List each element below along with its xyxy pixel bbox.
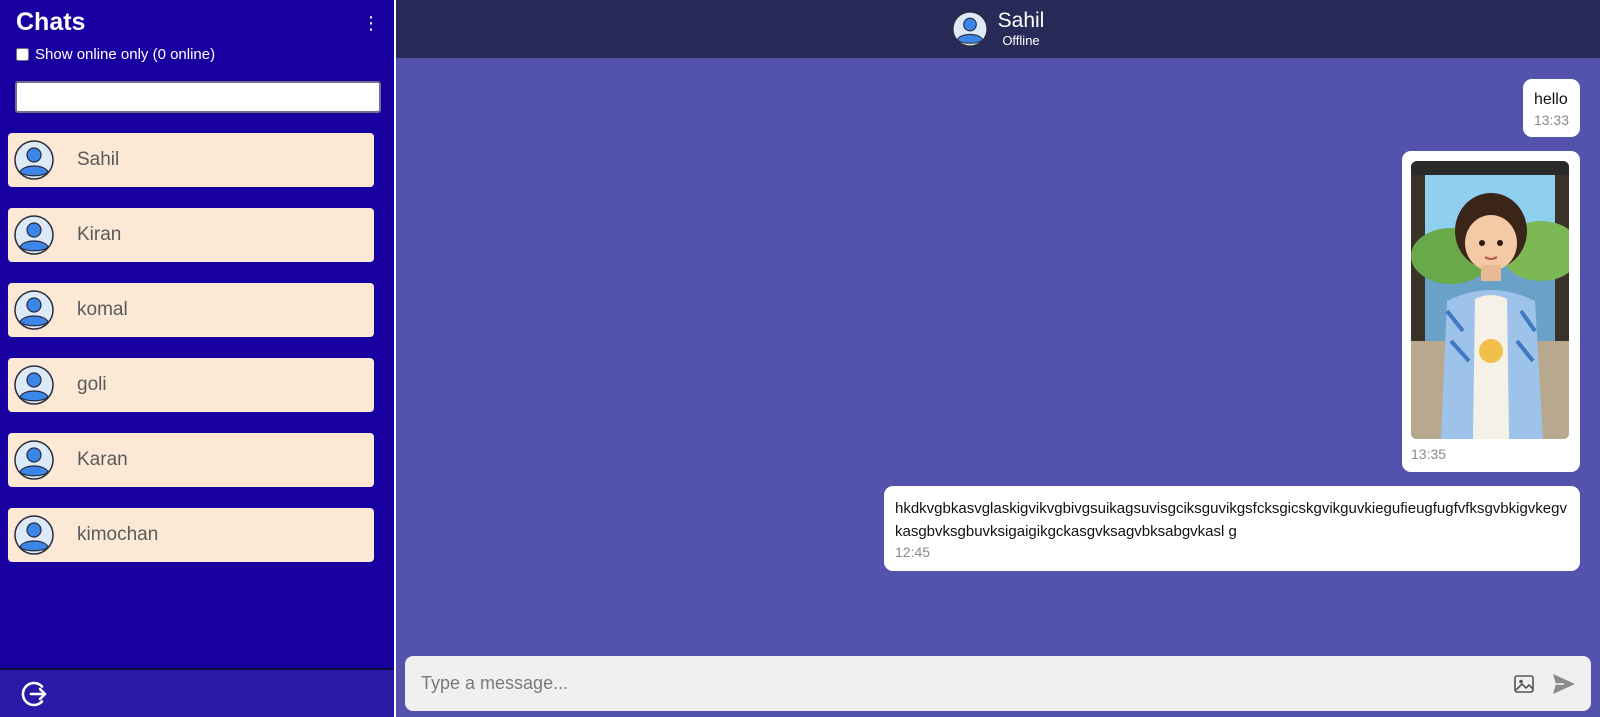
contact-item-kiran[interactable]: Kiran xyxy=(8,208,374,262)
chat-contact-name: Sahil xyxy=(997,9,1045,32)
message-time: 13:35 xyxy=(1411,446,1447,462)
contact-name: goli xyxy=(77,374,107,395)
contact-list: Sahil Kiran komal goli Karan kimochan xyxy=(0,133,394,562)
contact-item-komal[interactable]: komal xyxy=(8,283,374,337)
avatar-icon xyxy=(14,365,54,405)
avatar-icon xyxy=(951,11,988,47)
contact-item-sahil[interactable]: Sahil xyxy=(8,133,374,187)
avatar-icon xyxy=(14,515,54,555)
avatar-icon xyxy=(14,440,54,480)
contact-name: komal xyxy=(77,299,128,320)
message-photo[interactable] xyxy=(1411,161,1569,439)
online-filter[interactable]: Show online only (0 online) xyxy=(0,37,394,63)
message-time: 13:33 xyxy=(1533,112,1569,128)
sidebar-footer xyxy=(0,668,394,717)
image-icon[interactable] xyxy=(1513,673,1535,695)
sidebar-header: Chats ⋮ xyxy=(0,0,394,37)
chat-header: Sahil Offline xyxy=(396,0,1600,58)
contact-item-goli[interactable]: goli xyxy=(8,358,374,412)
message-input[interactable] xyxy=(405,672,1513,695)
message-list: hello 13:33 13:35 hkdkvgbkasvglaskigvikv… xyxy=(396,58,1600,637)
contact-name: Karan xyxy=(77,449,128,470)
contact-item-karan[interactable]: Karan xyxy=(8,433,374,487)
online-only-checkbox[interactable] xyxy=(16,48,29,61)
avatar-icon xyxy=(14,140,54,180)
chat-panel: Sahil Offline hello 13:33 13:35 hkdkvgbk… xyxy=(396,0,1600,717)
send-icon[interactable] xyxy=(1551,671,1577,697)
sidebar: Chats ⋮ Show online only (0 online) Sahi… xyxy=(0,0,396,717)
contact-name: Sahil xyxy=(77,149,120,170)
avatar-icon xyxy=(14,215,54,255)
message-text: hello xyxy=(1533,91,1568,108)
message-text: hkdkvgbkasvglaskigvikvgbivgsuikagsuvisgc… xyxy=(895,500,1567,540)
online-filter-label: Show online only (0 online) xyxy=(35,46,216,63)
chat-contact-status: Offline xyxy=(1002,33,1040,48)
message-bubble: hkdkvgbkasvglaskigvikvgbivgsuikagsuvisgc… xyxy=(884,486,1580,571)
contact-item-kimochan[interactable]: kimochan xyxy=(8,508,374,562)
message-bubble: hello 13:33 xyxy=(1522,79,1580,137)
contact-name: kimochan xyxy=(77,524,159,545)
logout-icon[interactable] xyxy=(20,678,52,710)
search-input[interactable] xyxy=(15,81,381,113)
kebab-menu-icon[interactable]: ⋮ xyxy=(360,12,382,34)
message-composer xyxy=(405,656,1591,711)
message-time: 12:45 xyxy=(895,544,931,560)
avatar-icon xyxy=(14,290,54,330)
image-message-bubble: 13:35 xyxy=(1402,151,1580,472)
contact-name: Kiran xyxy=(77,224,122,245)
sidebar-title: Chats xyxy=(16,8,86,36)
